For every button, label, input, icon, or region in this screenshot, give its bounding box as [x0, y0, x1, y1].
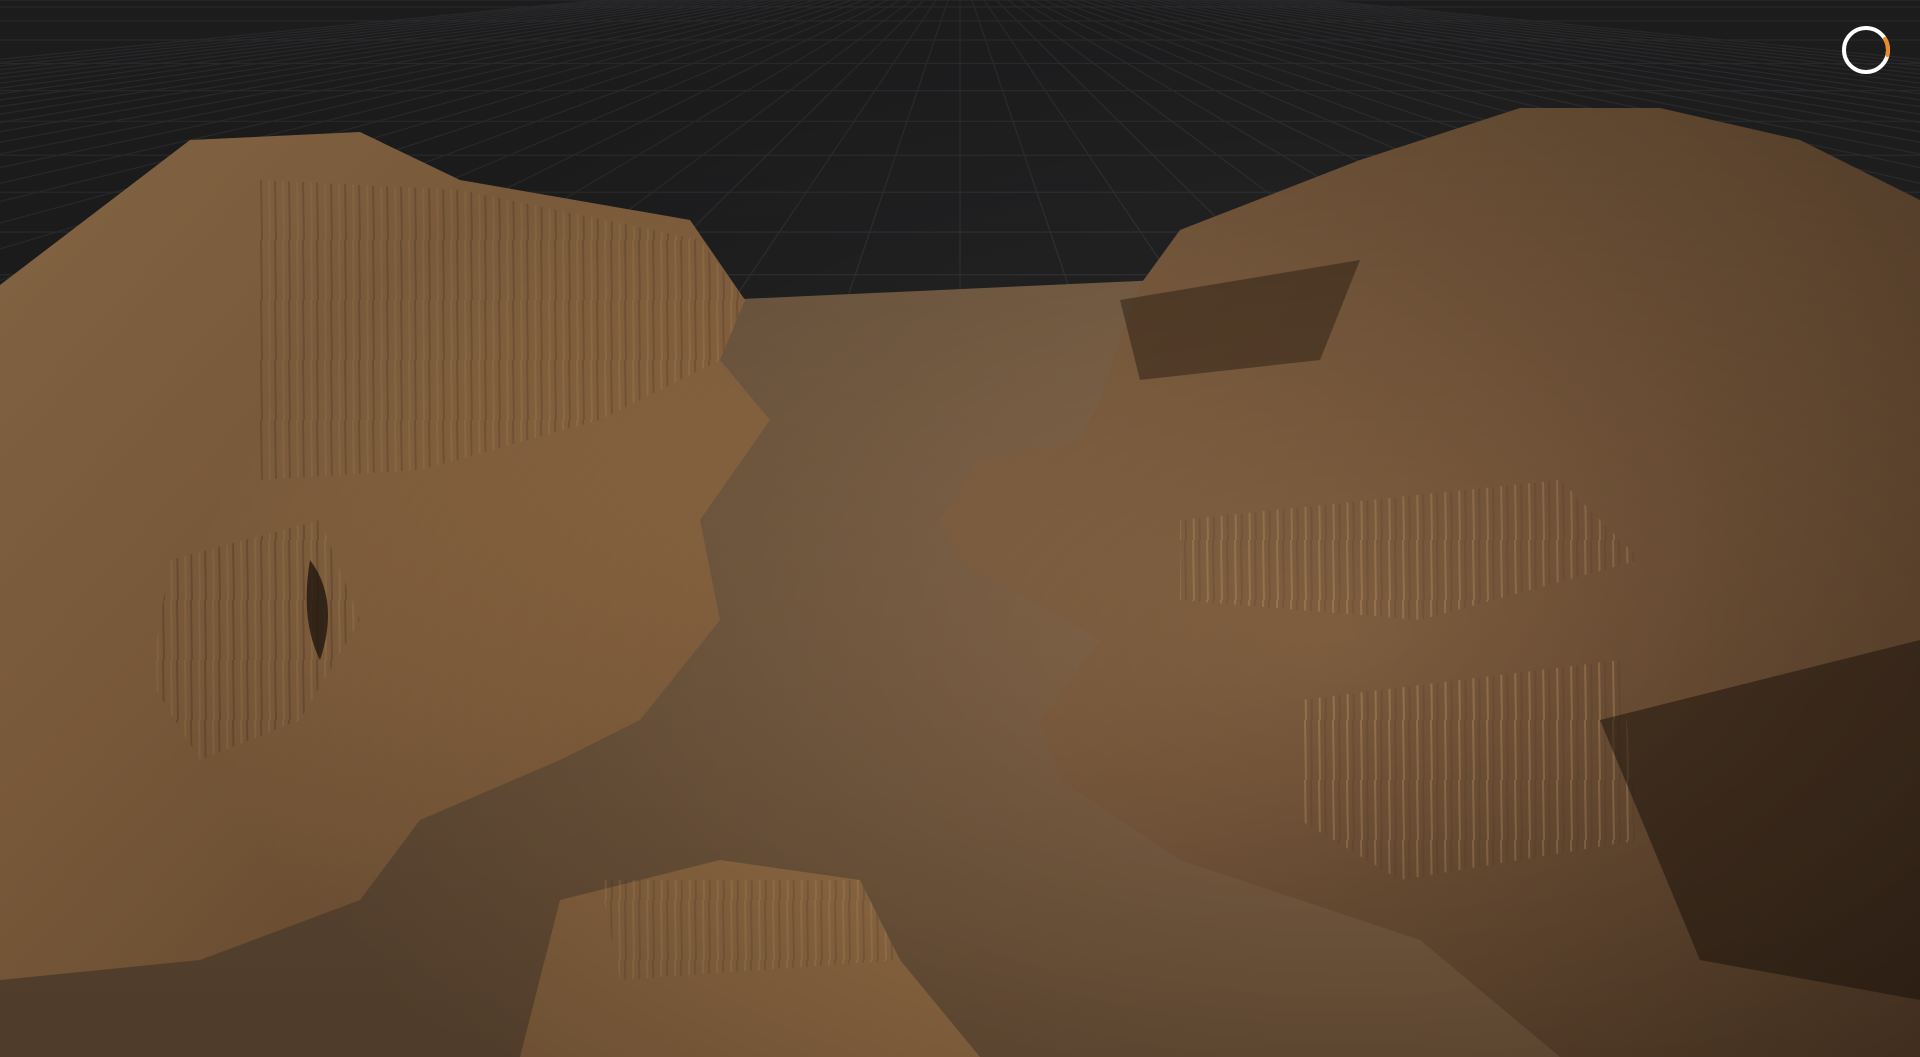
ambient-shading — [0, 0, 1920, 1057]
loading-accent — [1842, 25, 1890, 74]
loading-spinner-icon — [1842, 25, 1890, 74]
loading-ring — [1842, 26, 1890, 74]
3d-viewport[interactable] — [0, 0, 1920, 1057]
terrain-scene[interactable] — [0, 0, 1920, 1057]
